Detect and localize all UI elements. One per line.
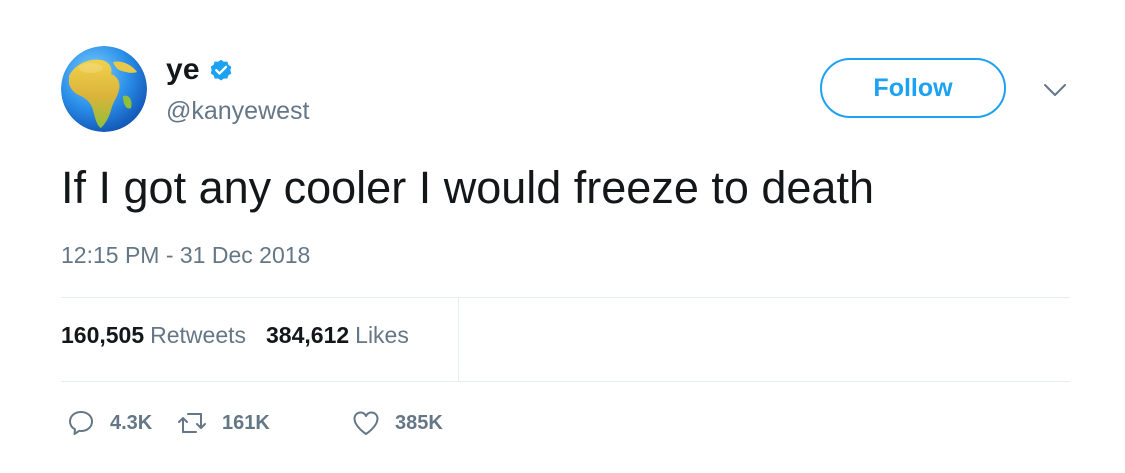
reply-count: 4.3K — [110, 411, 153, 434]
reply-button[interactable]: 4.3K — [66, 408, 176, 438]
follow-button[interactable]: Follow — [820, 58, 1006, 118]
verified-badge-icon — [208, 57, 234, 83]
likes-count: 384,612 — [266, 322, 350, 348]
divider-bottom — [61, 381, 1070, 382]
divider-top — [61, 297, 1070, 298]
tweet-card: ye @kanyewest Follow If I got any cooler… — [0, 0, 1125, 473]
tweet-stats: 160,505 Retweets 384,612 Likes — [61, 322, 409, 349]
retweet-button[interactable]: 161K — [176, 408, 351, 438]
heart-icon — [353, 411, 379, 435]
avatar[interactable] — [61, 46, 147, 132]
retweets-label: Retweets — [150, 322, 247, 348]
action-bar: 4.3K 161K 385K — [66, 407, 443, 439]
name-row: ye — [166, 50, 234, 90]
retweet-count: 161K — [222, 411, 270, 434]
retweets-count: 160,505 — [61, 322, 145, 348]
retweets-stat[interactable]: 160,505 Retweets — [61, 322, 246, 349]
display-name[interactable]: ye — [166, 53, 200, 87]
retweet-icon — [178, 413, 206, 433]
likes-label: Likes — [355, 322, 409, 348]
tweet-text: If I got any cooler I would freeze to de… — [61, 162, 874, 213]
reply-icon — [69, 411, 93, 435]
like-button[interactable]: 385K — [351, 408, 443, 438]
earth-globe-africa-icon — [61, 46, 147, 132]
tweet-timestamp[interactable]: 12:15 PM - 31 Dec 2018 — [61, 242, 310, 269]
stats-divider — [458, 297, 459, 381]
chevron-down-icon[interactable] — [1040, 80, 1070, 100]
like-count: 385K — [395, 411, 443, 434]
user-handle[interactable]: @kanyewest — [166, 97, 310, 126]
likes-stat[interactable]: 384,612 Likes — [266, 322, 409, 349]
